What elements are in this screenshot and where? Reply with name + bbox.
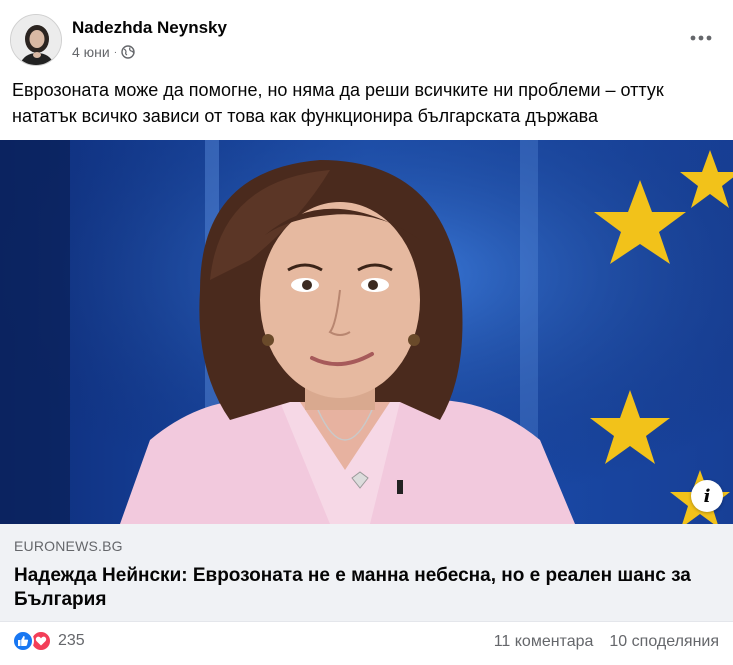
author-avatar[interactable] bbox=[10, 14, 62, 66]
info-icon[interactable]: i bbox=[691, 480, 723, 512]
post-meta: 4 юни · bbox=[72, 44, 135, 60]
reactions-summary[interactable]: 235 bbox=[12, 630, 85, 652]
link-preview[interactable]: EURONEWS.BG Надежда Нейнски: Еврозоната … bbox=[0, 524, 733, 622]
post-text: Еврозоната може да помогне, но няма да р… bbox=[12, 80, 664, 126]
comments-count[interactable]: 11 коментара bbox=[494, 633, 594, 651]
reaction-count: 235 bbox=[58, 632, 85, 649]
author-name[interactable]: Nadezhda Neynsky bbox=[72, 18, 227, 38]
more-options-icon[interactable] bbox=[687, 24, 715, 52]
shares-count[interactable]: 10 споделяния bbox=[609, 633, 719, 651]
post-footer: 235 11 коментара 10 споделяния bbox=[0, 622, 733, 665]
globe-icon bbox=[121, 45, 135, 59]
post-date[interactable]: 4 юни bbox=[72, 44, 110, 60]
engagement-stats: 11 коментара 10 споделяния bbox=[494, 633, 719, 651]
link-title: Надежда Нейнски: Еврозоната не е манна н… bbox=[14, 565, 691, 610]
post-card: Nadezhda Neynsky 4 юни · Еврозоната може… bbox=[0, 0, 733, 665]
like-reaction-icon bbox=[12, 630, 34, 652]
link-preview-image[interactable]: i bbox=[0, 140, 733, 524]
post-header: Nadezhda Neynsky 4 юни · bbox=[0, 0, 733, 70]
separator-dot: · bbox=[113, 46, 118, 58]
link-domain: EURONEWS.BG bbox=[14, 538, 123, 554]
